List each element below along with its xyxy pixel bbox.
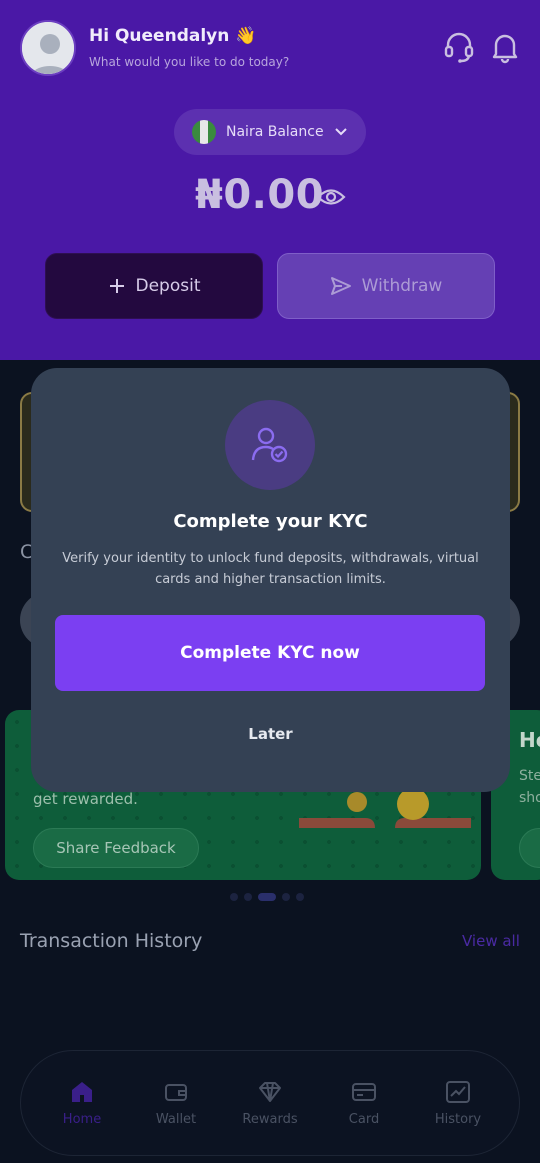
kyc-icon-badge <box>225 400 315 490</box>
view-all-link[interactable]: View all <box>462 932 520 950</box>
carousel-indicator <box>230 893 304 901</box>
nigeria-flag-icon <box>192 120 216 144</box>
carousel-dot[interactable] <box>244 893 252 901</box>
plus-icon <box>109 279 124 293</box>
promo2-title: Ho <box>519 728 540 752</box>
withdraw-button[interactable]: Withdraw <box>277 253 495 319</box>
carousel-dot[interactable] <box>230 893 238 901</box>
nav-rewards-label: Rewards <box>242 1111 298 1127</box>
support-headset-icon[interactable] <box>442 30 476 64</box>
modal-description: Verify your identity to unlock fund depo… <box>62 551 479 587</box>
eye-icon[interactable] <box>316 186 346 208</box>
wallet-icon <box>165 1083 187 1101</box>
balance-currency-selector[interactable]: Naira Balance <box>174 109 366 155</box>
dashboard-header: Hi Queendalyn 👋 What would you like to d… <box>0 0 540 360</box>
promo2-button[interactable] <box>519 828 540 868</box>
nav-history-label: History <box>434 1111 482 1127</box>
promo2-line2: sho <box>519 790 540 806</box>
home-icon <box>72 1081 92 1102</box>
share-feedback-button[interactable]: Share Feedback <box>33 828 199 868</box>
nav-card-label: Card <box>348 1111 380 1127</box>
user-verified-icon <box>251 427 288 463</box>
carousel-dot[interactable] <box>282 893 290 901</box>
carousel-dot-active[interactable] <box>258 893 276 901</box>
chart-icon <box>446 1080 470 1103</box>
nav-home[interactable]: Home <box>42 1080 122 1127</box>
send-icon <box>330 277 351 295</box>
balance-selector-label: Naira Balance <box>226 124 324 140</box>
later-button[interactable]: Later <box>31 725 510 743</box>
promo-text: get rewarded. <box>33 790 138 808</box>
carousel-dot[interactable] <box>296 893 304 901</box>
diamond-icon <box>259 1081 281 1102</box>
notification-bell-icon[interactable] <box>488 30 522 64</box>
user-avatar-icon <box>22 22 74 74</box>
nav-wallet[interactable]: Wallet <box>136 1080 216 1127</box>
chevron-down-icon <box>334 128 347 136</box>
greeting-subtitle: What would you like to do today? <box>89 55 290 69</box>
greeting-text: Hi Queendalyn 👋 <box>89 26 257 46</box>
withdraw-label: Withdraw <box>361 276 443 296</box>
nav-card[interactable]: Card <box>324 1080 404 1127</box>
kyc-modal: Complete your KYC Verify your identity t… <box>31 368 510 792</box>
coins-hands-illustration <box>299 788 471 828</box>
nav-rewards[interactable]: Rewards <box>230 1080 310 1127</box>
nav-wallet-label: Wallet <box>155 1111 197 1127</box>
balance-amount: ₦0.00 <box>195 172 325 218</box>
modal-title: Complete your KYC <box>173 511 368 532</box>
nav-home-label: Home <box>62 1111 102 1127</box>
promo2-line1: Ste <box>519 768 540 784</box>
avatar[interactable] <box>20 20 76 76</box>
card-icon <box>352 1082 376 1101</box>
bottom-navigation: Home Wallet Rewards Card History <box>20 1050 520 1156</box>
nav-history[interactable]: History <box>418 1080 498 1127</box>
deposit-label: Deposit <box>135 276 201 296</box>
transaction-history-title: Transaction History <box>20 930 203 952</box>
complete-kyc-button[interactable]: Complete KYC now <box>55 615 485 691</box>
deposit-button[interactable]: Deposit <box>45 253 263 319</box>
